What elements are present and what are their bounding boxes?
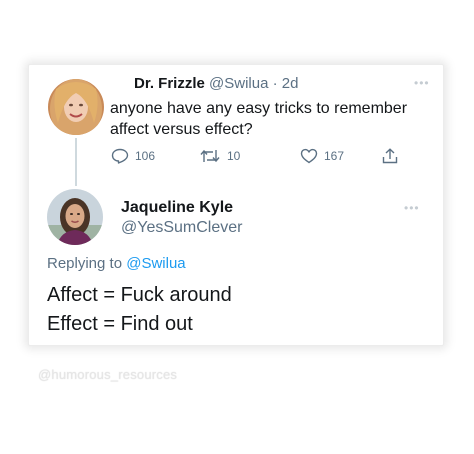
replying-to-prefix: Replying to bbox=[47, 255, 123, 272]
reply-author-handle[interactable]: @YesSumClever bbox=[121, 219, 242, 237]
heart-icon bbox=[300, 148, 318, 164]
share-button[interactable] bbox=[381, 148, 405, 164]
watermark: @humorous_resources bbox=[38, 367, 178, 382]
reply-text-line: Effect = Find out bbox=[47, 313, 193, 335]
tweet-timestamp[interactable]: 2d bbox=[282, 75, 299, 92]
like-button[interactable]: 167 bbox=[300, 148, 344, 164]
reply-button[interactable]: 106 bbox=[111, 148, 155, 164]
retweet-icon bbox=[200, 149, 220, 163]
thread-line bbox=[75, 138, 77, 186]
reply-count: 106 bbox=[135, 149, 156, 163]
like-count: 167 bbox=[324, 149, 345, 163]
reply-text: Affect = Fuck around Effect = Find out bbox=[47, 281, 232, 339]
ellipsis-icon[interactable]: ••• bbox=[414, 77, 430, 89]
tweet-card: Dr. Frizzle @Swilua · 2d ••• anyone have… bbox=[28, 64, 444, 346]
retweet-count: 10 bbox=[227, 149, 241, 163]
reply-author-name[interactable]: Jaqueline Kyle bbox=[121, 199, 233, 217]
replying-to-link[interactable]: @Swilua bbox=[126, 255, 185, 272]
tweet-text: anyone have any easy tricks to remember … bbox=[110, 100, 408, 138]
tweet-author-handle[interactable]: @Swilua bbox=[209, 75, 268, 92]
reply-text-line: Affect = Fuck around bbox=[47, 284, 232, 306]
reply-icon bbox=[111, 148, 129, 164]
tweet-separator: · bbox=[272, 75, 278, 92]
ellipsis-icon[interactable]: ••• bbox=[404, 202, 420, 214]
avatar[interactable] bbox=[48, 79, 104, 135]
avatar[interactable] bbox=[47, 189, 103, 245]
tweet-header: Dr. Frizzle @Swilua · 2d bbox=[134, 75, 298, 92]
tweet-author-name[interactable]: Dr. Frizzle bbox=[134, 75, 205, 92]
retweet-button[interactable]: 10 bbox=[199, 148, 240, 164]
replying-to: Replying to @Swilua bbox=[47, 255, 186, 272]
share-icon bbox=[382, 148, 398, 164]
